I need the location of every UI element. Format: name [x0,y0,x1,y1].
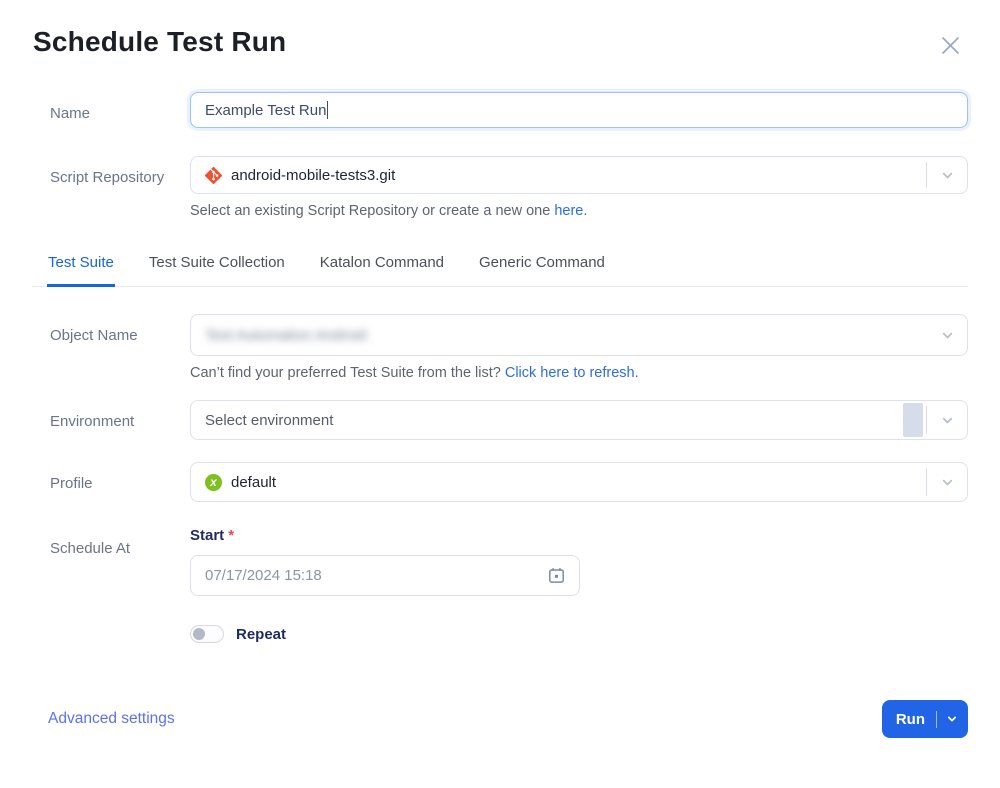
tab-test-suite[interactable]: Test Suite [47,245,115,287]
close-icon [939,45,962,60]
object-name-row: Object Name Test Automation Android Can’… [32,314,968,381]
chevron-down-icon[interactable] [927,315,967,355]
environment-label: Environment [50,400,190,435]
advanced-settings-link[interactable]: Advanced settings [48,710,175,728]
start-datetime-value: 07/17/2024 15:18 [205,567,322,584]
chevron-down-icon[interactable] [927,401,967,439]
profile-select[interactable]: x default [190,462,968,502]
object-name-select[interactable]: Test Automation Android [190,314,968,356]
helper-period: . [583,203,587,219]
chevron-down-icon[interactable] [927,463,967,501]
name-input[interactable]: Example Test Run [190,92,968,128]
profile-row: Profile x default [32,462,968,502]
script-repository-label: Script Repository [50,156,190,191]
helper-text: Can’t find your preferred Test Suite fro… [190,365,505,381]
object-name-label: Object Name [50,314,190,349]
required-asterisk: * [228,527,234,544]
refresh-test-suites-link[interactable]: Click here to refresh. [505,365,639,381]
script-repository-value: android-mobile-tests3.git [231,167,395,184]
repeat-label: Repeat [236,626,286,643]
run-type-tabs: Test Suite Test Suite Collection Katalon… [32,245,968,287]
repeat-toggle-row: Repeat [190,625,968,643]
environment-select[interactable]: Select environment [190,400,968,440]
name-label: Name [50,92,190,127]
dialog-title: Schedule Test Run [33,26,286,58]
name-row: Name Example Test Run [32,92,968,128]
create-repository-link[interactable]: here [554,203,583,219]
run-button-divider [936,711,937,728]
close-button[interactable] [939,34,962,57]
object-name-blurred-value: Test Automation Android [205,327,367,344]
git-icon [205,167,222,184]
schedule-at-label: Schedule At [50,527,190,562]
environment-row: Environment Select environment [32,400,968,440]
start-label-text: Start [190,527,224,544]
text-cursor [327,101,328,119]
environment-placeholder: Select environment [205,412,333,429]
chevron-down-icon[interactable] [927,157,967,193]
script-repository-row: Script Repository android-mobile-tests3.… [32,156,968,219]
repeat-toggle[interactable] [190,625,224,643]
tab-generic-command[interactable]: Generic Command [478,245,606,287]
toggle-knob [193,628,205,640]
script-repository-select[interactable]: android-mobile-tests3.git [190,156,968,194]
tab-katalon-command[interactable]: Katalon Command [319,245,445,287]
dialog-header: Schedule Test Run [32,26,968,58]
run-options-chevron-icon[interactable] [946,713,958,725]
run-button[interactable]: Run [882,700,968,738]
start-datetime-input[interactable]: 07/17/2024 15:18 [190,555,580,596]
redacted-chip [903,403,923,437]
name-input-value: Example Test Run [205,102,326,119]
script-repository-helper: Select an existing Script Repository or … [190,203,968,219]
profile-label: Profile [50,462,190,497]
schedule-test-run-dialog: Schedule Test Run Name Example Test Run … [0,0,1000,738]
schedule-at-row: Schedule At Start* 07/17/2024 15:18 [32,527,968,643]
calendar-icon[interactable] [548,567,565,584]
object-name-helper: Can’t find your preferred Test Suite fro… [190,365,968,381]
tab-test-suite-collection[interactable]: Test Suite Collection [148,245,286,287]
helper-text: Select an existing Script Repository or … [190,203,554,219]
profile-value: default [231,474,276,491]
run-button-label: Run [896,711,925,728]
dialog-footer: Advanced settings Run [32,700,968,738]
start-label: Start* [190,527,968,544]
profile-x-icon: x [205,474,222,491]
